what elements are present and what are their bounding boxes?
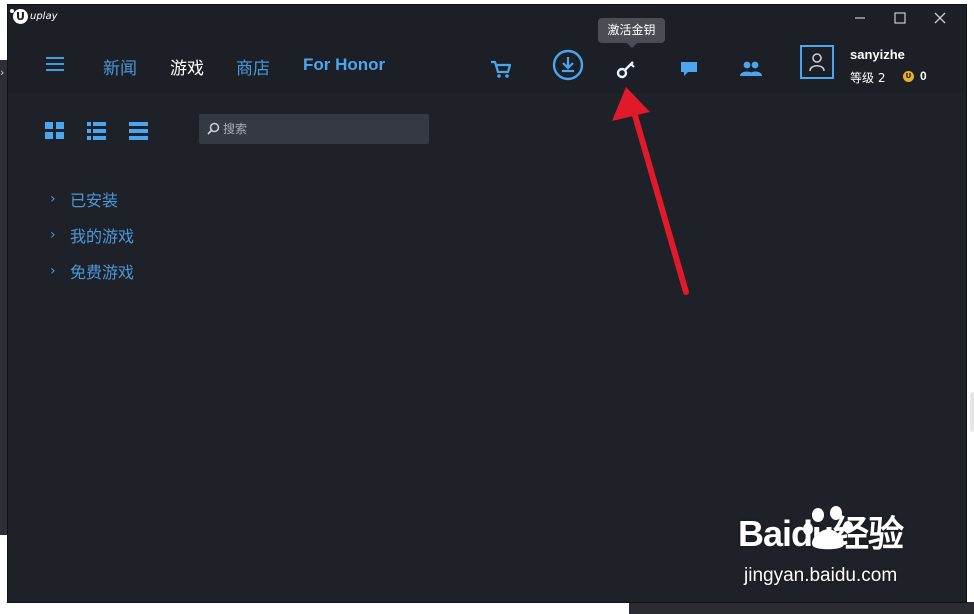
coin-balance: 0 xyxy=(920,69,927,83)
category-label: 我的游戏 xyxy=(70,227,135,246)
baidu-watermark: Baidu经验 jingyan.baidu.com xyxy=(738,505,904,586)
level-label: 等级 xyxy=(850,71,875,85)
watermark-url: jingyan.baidu.com xyxy=(744,565,898,586)
compact-list-view-button[interactable] xyxy=(128,120,150,142)
username[interactable]: sanyizhe xyxy=(850,47,905,62)
search-box[interactable] xyxy=(199,114,429,144)
chevron-right-icon: › xyxy=(50,227,56,243)
search-icon xyxy=(207,122,220,135)
category-free-games[interactable]: › 免费游戏 xyxy=(50,259,134,283)
nav-news[interactable]: 新闻 xyxy=(103,54,137,79)
download-icon[interactable] xyxy=(552,49,584,81)
user-icon xyxy=(809,53,825,72)
chevron-right-icon: › xyxy=(50,191,56,207)
logo-wordmark: uplay xyxy=(30,11,58,22)
cart-icon[interactable] xyxy=(489,57,513,81)
nav-for-honor[interactable]: For Honor xyxy=(303,55,385,75)
grid-view-button[interactable] xyxy=(44,120,66,142)
desktop-right-edge xyxy=(966,0,974,602)
desktop-background xyxy=(629,602,974,614)
close-button[interactable] xyxy=(920,8,960,28)
desktop-left-strip: › xyxy=(0,0,8,614)
chevron-right-icon: › xyxy=(50,263,56,279)
baidu-paw-icon xyxy=(803,506,853,550)
chat-icon[interactable] xyxy=(677,58,701,80)
user-level: 等级 2 xyxy=(850,69,885,86)
desktop-chevron-icon: › xyxy=(0,66,5,79)
coin-icon: U xyxy=(903,71,914,82)
nav-games[interactable]: 游戏 xyxy=(170,54,204,79)
category-installed[interactable]: › 已安装 xyxy=(50,187,118,211)
title-bar: U uplay xyxy=(8,5,966,31)
key-icon[interactable] xyxy=(614,57,638,81)
list-view-icon xyxy=(87,122,106,140)
search-input[interactable] xyxy=(223,120,418,138)
maximize-button[interactable] xyxy=(880,8,920,28)
uplay-logo: U uplay xyxy=(10,9,58,24)
menu-icon[interactable] xyxy=(46,57,64,75)
friends-icon[interactable] xyxy=(738,58,764,80)
nav-store[interactable]: 商店 xyxy=(236,54,270,79)
category-label: 已安装 xyxy=(70,191,119,210)
category-my-games[interactable]: › 我的游戏 xyxy=(50,223,134,247)
maximize-icon xyxy=(894,12,906,24)
category-label: 免费游戏 xyxy=(70,263,135,282)
close-icon xyxy=(934,12,946,24)
level-value: 2 xyxy=(877,71,886,85)
minimize-button[interactable] xyxy=(840,8,880,28)
avatar[interactable] xyxy=(800,45,834,79)
list-view-button[interactable] xyxy=(86,120,108,142)
compact-list-view-icon xyxy=(129,122,148,140)
grid-view-icon xyxy=(45,122,64,139)
minimize-icon xyxy=(855,17,865,19)
activate-key-tooltip: 激活金钥 xyxy=(598,18,665,48)
